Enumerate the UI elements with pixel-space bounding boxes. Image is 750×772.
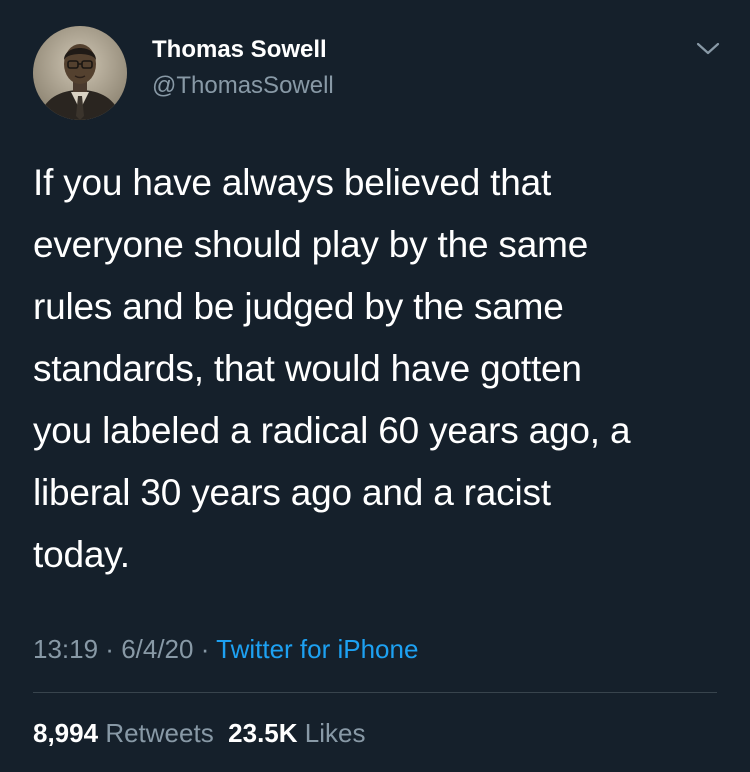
profile-photo [33, 26, 127, 120]
tweet-text-line: liberal 30 years ago and a racist [33, 472, 551, 513]
likes-stat[interactable]: 23.5K Likes [228, 718, 365, 748]
tweet-text-line: rules and be judged by the same [33, 286, 564, 327]
tweet-text-line: standards, that would have gotten [33, 348, 582, 389]
retweets-stat[interactable]: 8,994 Retweets [33, 718, 214, 748]
display-name[interactable]: Thomas Sowell [152, 36, 327, 64]
avatar[interactable] [33, 26, 127, 120]
tweet-time[interactable]: 13:19 [33, 634, 98, 664]
tweet-card: Thomas Sowell @ThomasSowell If you have … [0, 0, 750, 772]
tweet-text-line: today. [33, 534, 130, 575]
tweet-meta: 13:19 · 6/4/20 · Twitter for iPhone [33, 634, 418, 665]
tweet-date[interactable]: 6/4/20 [121, 634, 193, 664]
divider [33, 692, 717, 693]
chevron-down-icon[interactable] [693, 36, 723, 60]
tweet-text-line: If you have always believed that [33, 162, 552, 203]
tweet-text: If you have always believed that everyon… [33, 152, 723, 586]
tweet-text-line: you labeled a radical 60 years ago, a [33, 410, 631, 451]
meta-separator: · [98, 634, 122, 664]
tweet-source-link[interactable]: Twitter for iPhone [216, 634, 418, 664]
tweet-text-line: everyone should play by the same [33, 224, 589, 265]
tweet-stats: 8,994 Retweets 23.5K Likes [33, 718, 365, 749]
handle[interactable]: @ThomasSowell [152, 72, 334, 100]
likes-label: Likes [304, 718, 366, 748]
meta-separator: · [193, 634, 217, 664]
likes-count: 23.5K [228, 718, 298, 748]
retweets-count: 8,994 [33, 718, 99, 748]
retweets-label: Retweets [105, 718, 214, 748]
